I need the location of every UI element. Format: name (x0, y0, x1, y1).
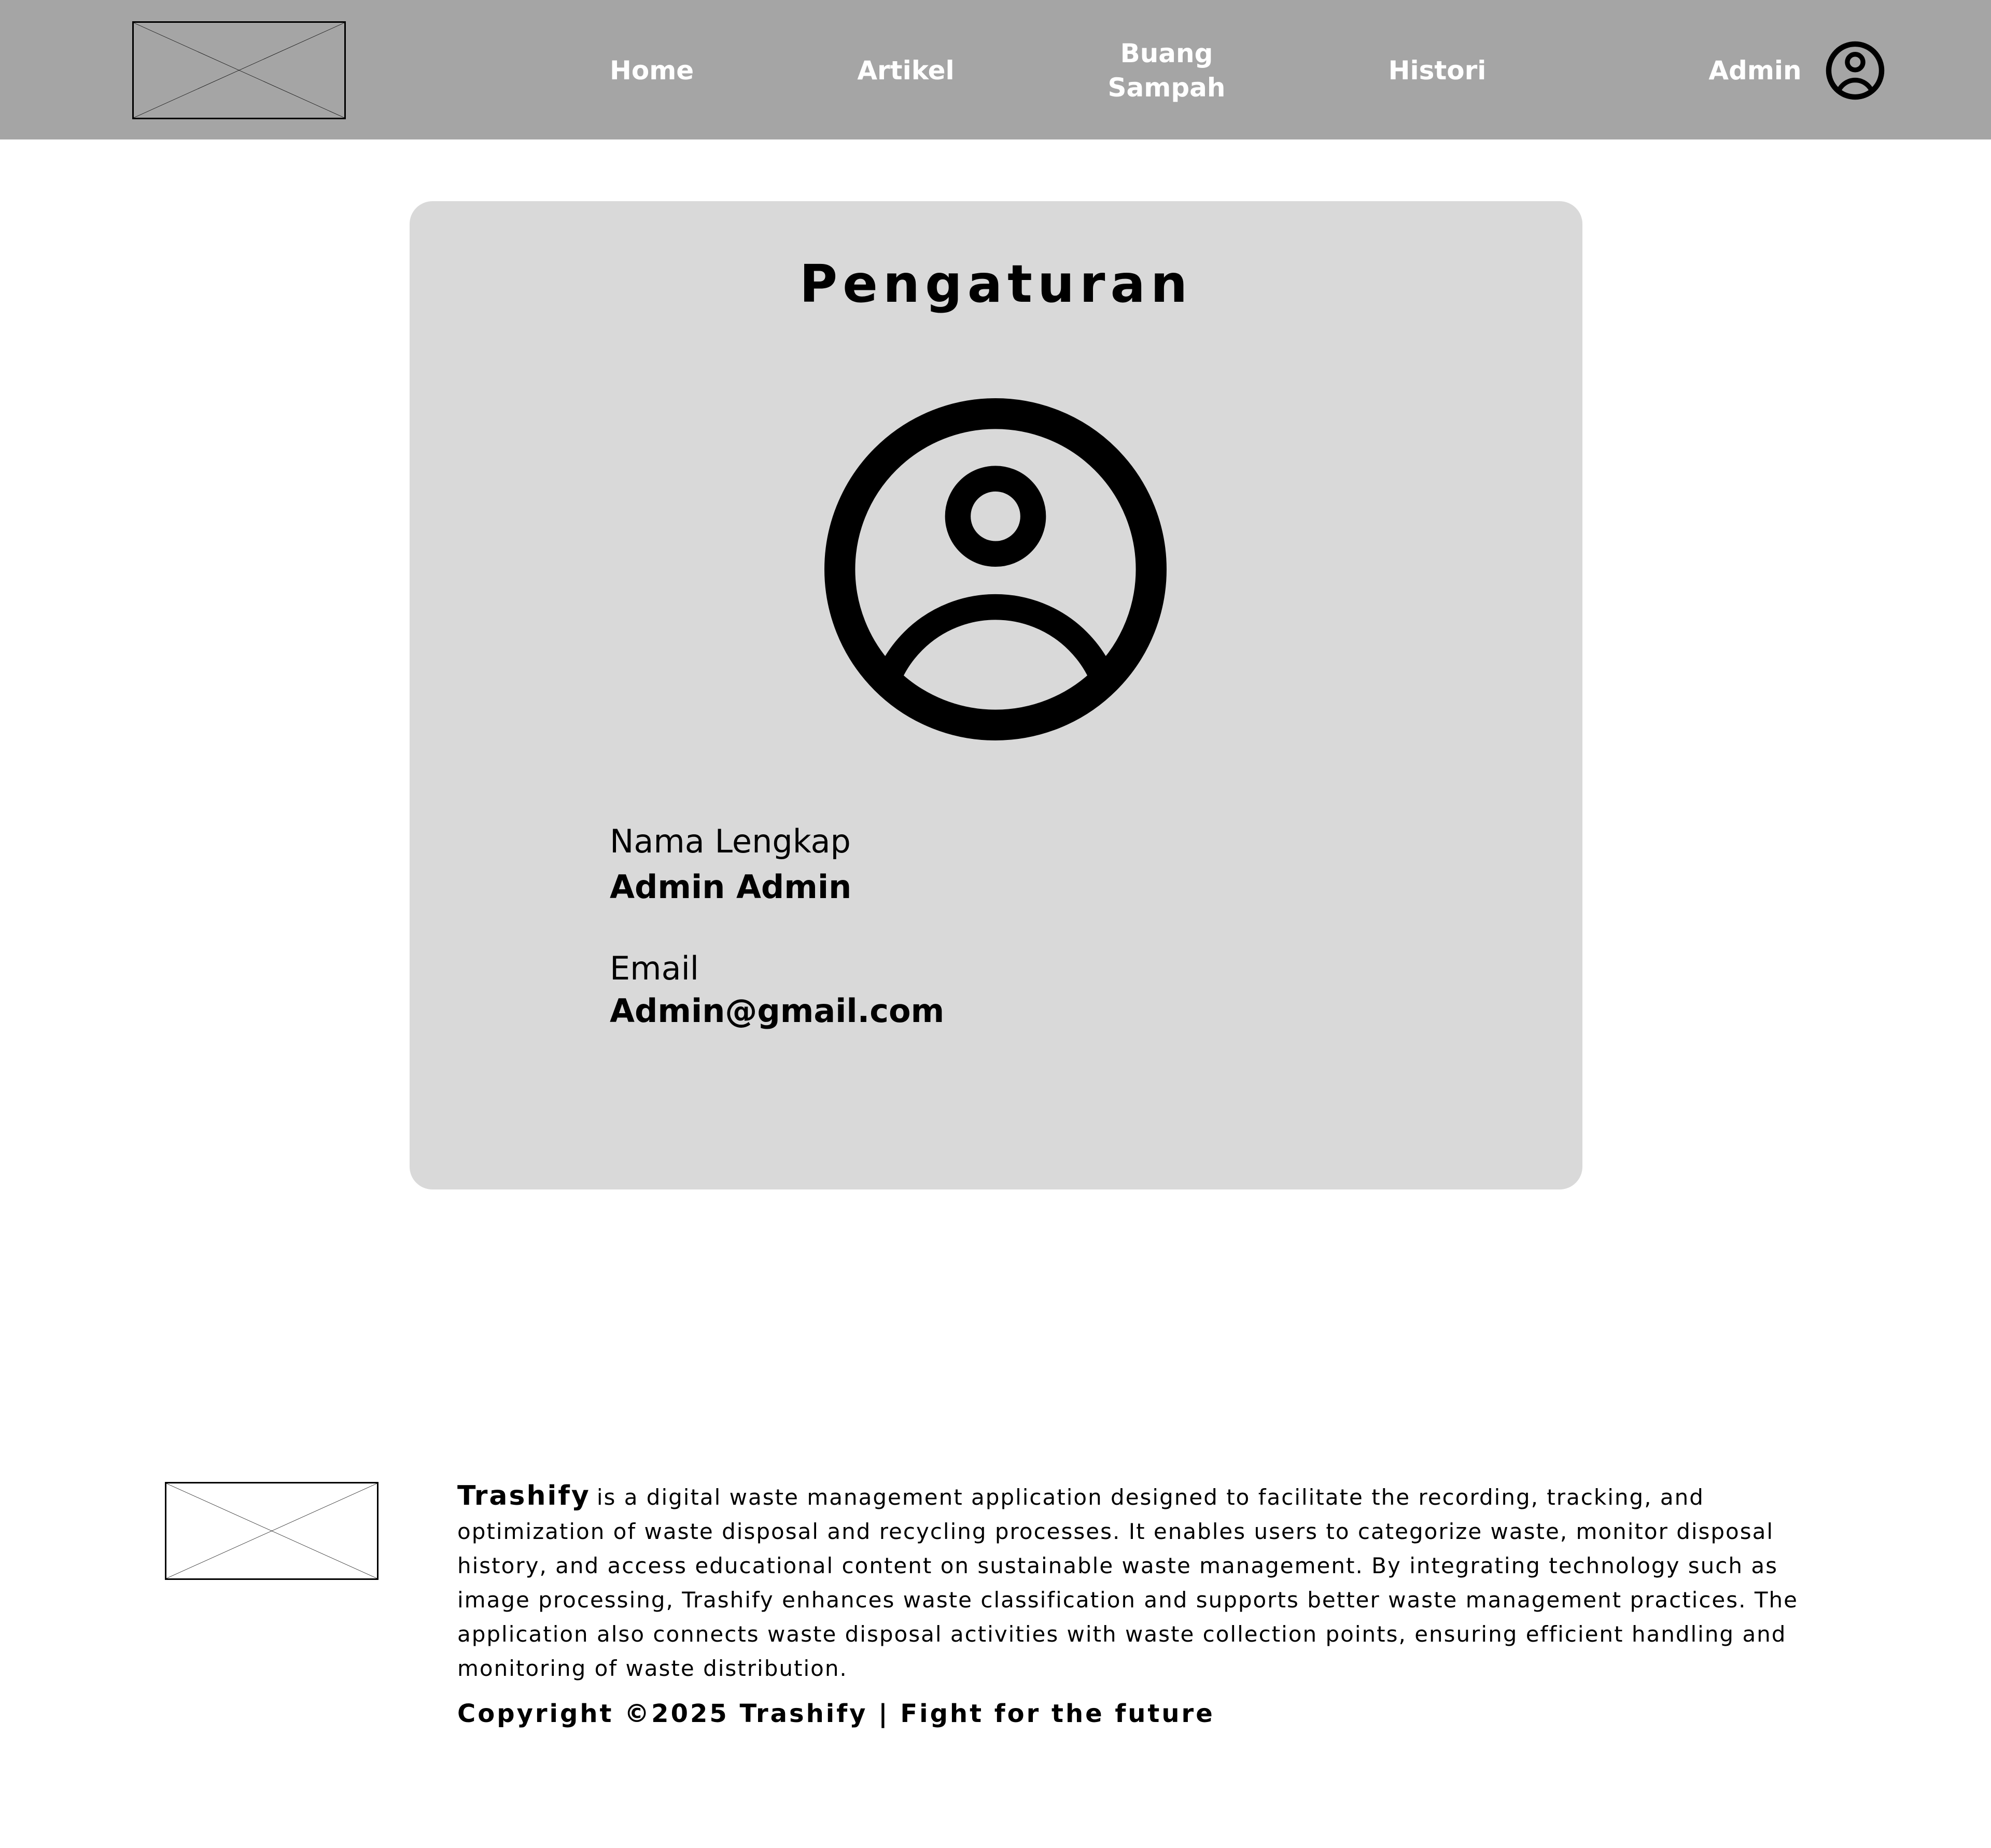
nav-link-buang-sampah[interactable]: Buang Sampah (1099, 36, 1234, 105)
logo-placeholder-icon[interactable] (132, 21, 346, 119)
footer-copyright: Copyright ©2025 Trashify | Fight for the… (457, 1699, 1215, 1728)
footer-description-text: is a digital waste management applicatio… (457, 1485, 1798, 1681)
nav-link-histori[interactable]: Histori (1385, 53, 1489, 88)
settings-card: Pengaturan Nama Lengkap Admin Admin Emai… (410, 201, 1582, 1189)
full-name-label: Nama Lengkap (610, 822, 851, 860)
nav-link-admin[interactable]: Admin (1706, 53, 1804, 88)
nav-link-home[interactable]: Home (610, 53, 694, 88)
footer-logo-placeholder-icon (165, 1482, 378, 1580)
footer-description: Trashify is a digital waste management ap… (457, 1479, 1826, 1686)
top-navbar: Home Artikel Buang Sampah Histori Admin (0, 0, 1991, 139)
nav-link-buang-sampah-line1: Buang (1120, 38, 1213, 68)
user-circle-icon[interactable] (1825, 40, 1885, 101)
user-circle-icon (824, 398, 1167, 740)
nav-link-buang-sampah-line2: Sampah (1107, 73, 1226, 103)
nav-link-artikel[interactable]: Artikel (857, 53, 955, 88)
footer-brand: Trashify (457, 1480, 591, 1511)
email-label: Email (610, 949, 699, 987)
page-title: Pengaturan (799, 254, 1193, 314)
full-name-value: Admin Admin (610, 868, 852, 906)
email-value: Admin@gmail.com (610, 992, 945, 1030)
